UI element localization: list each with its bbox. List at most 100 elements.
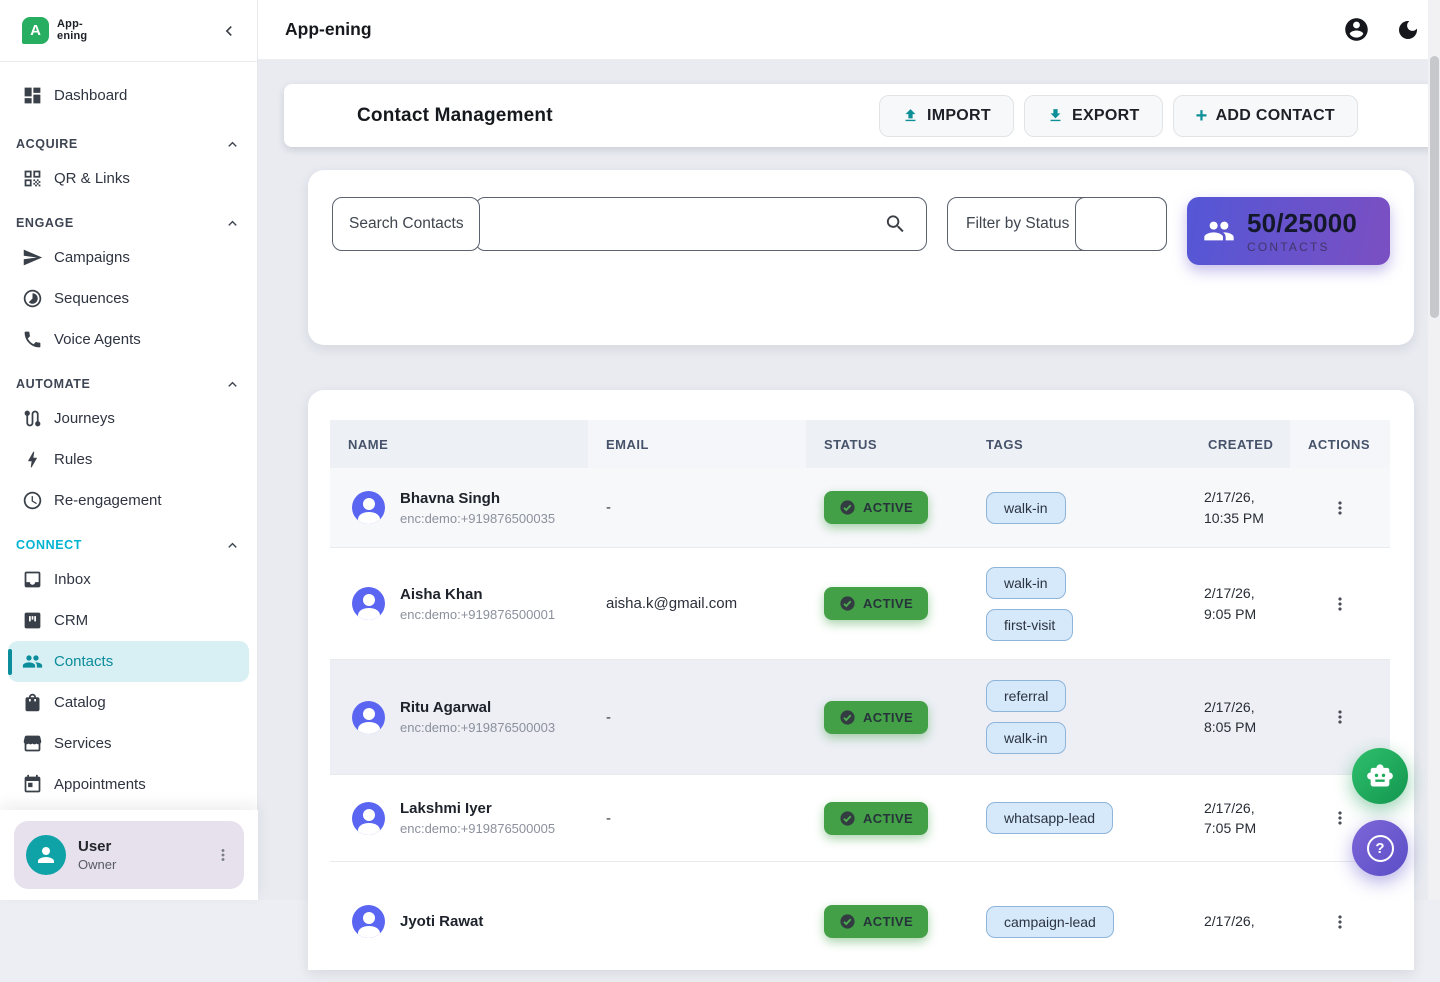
search-icon[interactable] <box>884 213 907 236</box>
search-input-outline <box>475 197 927 251</box>
status-label: ACTIVE <box>863 500 913 515</box>
user-meta: User Owner <box>78 838 116 872</box>
calendar-icon-wrap <box>22 774 43 795</box>
sidebar-item-label: Voice Agents <box>54 331 141 348</box>
created-cell: 2/17/26,10:35 PM <box>1190 487 1290 528</box>
contact-phone: enc:demo:+919876500005 <box>400 821 555 836</box>
export-button[interactable]: EXPORT <box>1024 95 1163 137</box>
status-badge: ACTIVE <box>824 701 928 734</box>
more-vert-icon <box>1330 808 1350 828</box>
tags-cell: walk-in <box>968 492 1190 524</box>
sidebar-item-inbox[interactable]: Inbox <box>8 559 249 600</box>
contacts-count-caption: CONTACTS <box>1247 240 1357 254</box>
sidebar-item-services[interactable]: Services <box>8 723 249 764</box>
contact-avatar-icon <box>352 701 385 734</box>
collapse-section-chevron[interactable] <box>224 537 241 554</box>
sidebar-section-engage[interactable]: ENGAGE <box>0 209 257 237</box>
sidebar-item-appointments[interactable]: Appointments <box>8 764 249 805</box>
sidebar-item-re-engagement[interactable]: Re-engagement <box>8 480 249 521</box>
sidebar-item-qr-links[interactable]: QR & Links <box>8 158 249 199</box>
page-scrollbar[interactable] <box>1428 0 1440 900</box>
add-contact-button-label: ADD CONTACT <box>1216 107 1335 125</box>
sidebar-item-sequences[interactable]: Sequences <box>8 278 249 319</box>
export-button-label: EXPORT <box>1072 107 1140 125</box>
sidebar: A App- ening Dashboard ACQUIRE QR & Link… <box>0 0 258 900</box>
more-vert-icon <box>1330 912 1350 932</box>
status-badge: ACTIVE <box>824 491 928 524</box>
sidebar-section-acquire[interactable]: ACQUIRE <box>0 130 257 158</box>
tag-pill: walk-in <box>986 722 1066 754</box>
scrollbar-thumb[interactable] <box>1430 56 1439 318</box>
row-actions-button[interactable] <box>1326 908 1354 936</box>
row-actions-button[interactable] <box>1326 494 1354 522</box>
tag-pill: referral <box>986 680 1066 712</box>
sidebar-item-campaigns[interactable]: Campaigns <box>8 237 249 278</box>
sidebar-item-journeys[interactable]: Journeys <box>8 398 249 439</box>
user-card[interactable]: User Owner <box>14 821 244 889</box>
counter-text: 50/25000 CONTACTS <box>1247 208 1357 254</box>
collapse-section-chevron[interactable] <box>224 215 241 232</box>
table-row[interactable]: Jyoti Rawat ACTIVE campaign-lead 2/17/26… <box>330 862 1390 982</box>
status-badge: ACTIVE <box>824 587 928 620</box>
chatbot-fab-button[interactable] <box>1352 748 1408 804</box>
column-header-name[interactable]: NAME <box>330 420 588 468</box>
sidebar-item-label: Sequences <box>54 290 129 307</box>
sidebar-item-contacts[interactable]: Contacts <box>8 641 249 682</box>
sidebar-collapse-button[interactable] <box>219 21 239 41</box>
contacts-counter-badge[interactable]: 50/25000 CONTACTS <box>1187 197 1390 265</box>
collapse-section-chevron[interactable] <box>224 376 241 393</box>
column-header-status[interactable]: STATUS <box>806 420 968 468</box>
user-more-button[interactable] <box>214 846 232 864</box>
add-contact-button[interactable]: + ADD CONTACT <box>1173 95 1358 137</box>
table-row[interactable]: Bhavna Singh enc:demo:+919876500035 - AC… <box>330 468 1390 548</box>
route-icon-wrap <box>22 408 43 429</box>
header-actions <box>1343 16 1420 43</box>
user-role: Owner <box>78 857 116 872</box>
sidebar-item-label: CRM <box>54 612 88 629</box>
column-header-email[interactable]: EMAIL <box>588 420 806 468</box>
toolbar-actions: IMPORT EXPORT + ADD CONTACT <box>879 95 1358 137</box>
table-row[interactable]: Ritu Agarwal enc:demo:+919876500003 - AC… <box>330 660 1390 775</box>
import-button[interactable]: IMPORT <box>879 95 1014 137</box>
status-cell: ACTIVE <box>806 701 968 734</box>
row-actions-button[interactable] <box>1326 804 1354 832</box>
sidebar-item-dashboard[interactable]: Dashboard <box>8 75 249 116</box>
row-actions-button[interactable] <box>1326 703 1354 731</box>
sidebar-item-crm[interactable]: CRM <box>8 600 249 641</box>
name-cell: Aisha Khan enc:demo:+919876500001 <box>330 586 588 622</box>
column-header-created[interactable]: CREATED <box>1190 420 1290 468</box>
table-row[interactable]: Aisha Khan enc:demo:+919876500001 aisha.… <box>330 548 1390 660</box>
column-header-actions[interactable]: ACTIONS <box>1290 420 1390 468</box>
sidebar-primary-group: Dashboard <box>0 75 257 116</box>
sidebar-item-catalog[interactable]: Catalog <box>8 682 249 723</box>
account-button[interactable] <box>1343 16 1370 43</box>
more-vert-icon <box>1330 498 1350 518</box>
status-cell: ACTIVE <box>806 802 968 835</box>
contact-avatar-icon <box>352 905 385 938</box>
contact-avatar-icon <box>352 491 385 524</box>
status-filter-select[interactable]: Filter by Status <box>947 197 1167 251</box>
brand-logo-icon: A <box>22 17 49 44</box>
sidebar-section-connect[interactable]: CONNECT <box>0 531 257 559</box>
page-title: App-ening <box>285 19 372 40</box>
robot-icon <box>1366 762 1394 790</box>
inbox-icon-wrap <box>22 569 43 590</box>
dark-mode-toggle[interactable] <box>1396 18 1420 42</box>
sidebar-item-rules[interactable]: Rules <box>8 439 249 480</box>
crm-icon-wrap <box>22 610 43 631</box>
contact-phone: enc:demo:+919876500001 <box>400 607 555 622</box>
tags-cell: whatsapp-lead <box>968 802 1190 834</box>
row-actions-button[interactable] <box>1326 590 1354 618</box>
sidebar-section-automate[interactable]: AUTOMATE <box>0 370 257 398</box>
column-header-tags[interactable]: TAGS <box>968 420 1190 468</box>
chevron-up-icon <box>224 376 241 393</box>
created-cell: 2/17/26,8:05 PM <box>1190 697 1290 738</box>
search-input[interactable]: Search Contacts <box>332 197 927 251</box>
table-row[interactable]: Lakshmi Iyer enc:demo:+919876500005 - AC… <box>330 775 1390 862</box>
help-fab-button[interactable]: ? <box>1352 820 1408 876</box>
sidebar-nav: Dashboard ACQUIRE QR & Links ENGAGE Camp… <box>0 62 257 810</box>
tags-cell: walk-infirst-visit <box>968 567 1190 641</box>
sidebar-item-voice-agents[interactable]: Voice Agents <box>8 319 249 360</box>
check-circle-icon <box>839 595 856 612</box>
collapse-section-chevron[interactable] <box>224 136 241 153</box>
